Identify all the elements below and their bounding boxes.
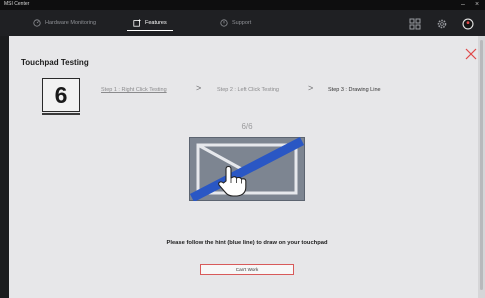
touchpad-testing-panel: Touchpad Testing 6 Step 1 : Right Click …: [9, 36, 485, 298]
tab-label: Hardware Monitoring: [45, 20, 97, 26]
active-tab-indicator: [127, 30, 173, 31]
step-number-badge: 6: [42, 78, 80, 112]
minimize-button[interactable]: –: [457, 0, 469, 10]
progress-counter: 6/6: [241, 122, 253, 131]
close-icon[interactable]: [465, 48, 477, 60]
support-icon: [220, 19, 228, 27]
tab-support[interactable]: Support: [220, 10, 251, 36]
scrollbar-thumb[interactable]: [480, 40, 483, 290]
tab-hardware-monitoring[interactable]: Hardware Monitoring: [33, 10, 96, 36]
top-navigation: Hardware Monitoring Features Support: [0, 10, 485, 36]
drawing-hint-text: Please follow the hint (blue line) to dr…: [166, 240, 328, 246]
tab-features[interactable]: Features: [127, 10, 173, 36]
grid-icon[interactable]: [409, 18, 421, 30]
step-separator-2: >: [308, 83, 314, 93]
window-close-button[interactable]: ×: [471, 0, 483, 10]
cant-work-button[interactable]: Can't Work: [200, 264, 294, 275]
gauge-icon: [33, 19, 41, 27]
features-icon: [133, 19, 141, 27]
tab-label: Features: [145, 20, 167, 26]
page-title: Touchpad Testing: [21, 58, 89, 67]
user-avatar-icon[interactable]: [462, 18, 474, 30]
step-1-label: Step 1 : Right Click Testing: [101, 87, 167, 93]
step-3-label: Step 3 : Drawing Line: [328, 87, 381, 93]
settings-gear-icon[interactable]: [436, 18, 448, 30]
tab-label: Support: [232, 20, 252, 26]
step-2-label: Step 2 : Left Click Testing: [217, 87, 279, 93]
step-separator-1: >: [196, 83, 202, 93]
step-number-underline: [42, 113, 80, 115]
touchpad-drawing-area[interactable]: [189, 137, 305, 201]
window-title: MSI Center: [4, 1, 30, 7]
title-bar: MSI Center – ×: [0, 0, 485, 10]
